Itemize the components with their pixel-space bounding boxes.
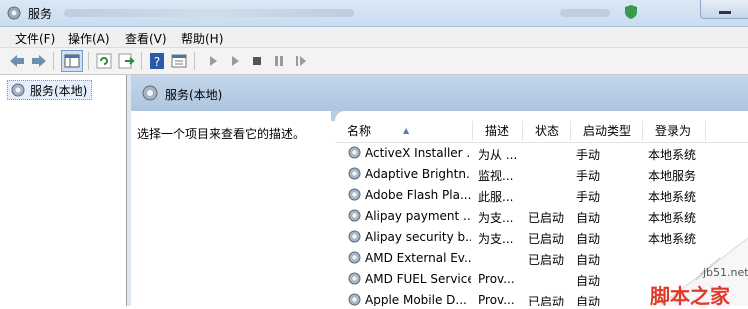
cell-startup: 手动 bbox=[576, 190, 601, 204]
cell-logon: 本地系统 bbox=[648, 190, 697, 204]
cell-logon: 本地系统 bbox=[648, 211, 697, 225]
cell-logon: 本地系统 bbox=[648, 148, 697, 162]
pane-title: 服务(本地) bbox=[165, 88, 223, 102]
gear-icon bbox=[348, 272, 361, 285]
cell-status: 已启动 bbox=[528, 232, 565, 246]
pane-header: 服务(本地) bbox=[131, 75, 748, 111]
cell-name: AMD External Ev... bbox=[365, 251, 471, 265]
minimize-icon bbox=[719, 11, 731, 14]
watermark-text: 脚本之家 bbox=[650, 284, 730, 308]
cell-name: Adobe Flash Pla... bbox=[365, 188, 471, 202]
menu-action[interactable]: 操作(A) bbox=[68, 30, 110, 47]
title-bar: 服务 bbox=[0, 0, 748, 27]
cell-startup: 自动 bbox=[576, 211, 601, 225]
gear-icon bbox=[348, 230, 361, 243]
column-header-startup-type[interactable]: 启动类型 bbox=[571, 121, 643, 141]
services-app-icon bbox=[7, 6, 21, 20]
back-arrow-icon[interactable] bbox=[8, 52, 26, 70]
cell-startup: 手动 bbox=[576, 169, 601, 183]
cell-name: ActiveX Installer ... bbox=[365, 146, 471, 160]
minimize-button[interactable] bbox=[700, 0, 748, 19]
cell-desc: 为支... bbox=[478, 211, 514, 225]
column-header-logon-as[interactable]: 登录为 bbox=[643, 121, 706, 141]
cell-desc: Prov... bbox=[478, 293, 515, 306]
cell-status: 已启动 bbox=[528, 253, 565, 267]
blurred-path bbox=[64, 9, 354, 17]
cell-desc: 监视... bbox=[478, 169, 514, 183]
column-header-status[interactable]: 状态 bbox=[523, 121, 571, 141]
toolbar-separator bbox=[88, 52, 89, 70]
table-row[interactable]: Adaptive Brightn... 监视... 手动 本地服务 bbox=[335, 163, 748, 184]
cell-name: Alipay payment ... bbox=[365, 209, 471, 223]
gear-icon bbox=[348, 209, 361, 222]
toolbar-separator bbox=[141, 52, 142, 70]
cell-name: Alipay security b... bbox=[365, 230, 471, 244]
sort-up-icon: ▲ bbox=[403, 126, 410, 135]
menu-bar: 文件(F) 操作(A) 查看(V) 帮助(H) bbox=[0, 27, 748, 48]
column-label: 名称 bbox=[347, 124, 372, 138]
window-title: 服务 bbox=[28, 7, 53, 21]
cell-logon: 本地服务 bbox=[648, 169, 697, 183]
shield-icon bbox=[625, 5, 637, 19]
cell-status: 已启动 bbox=[528, 211, 565, 225]
tree-item-label: 服务(本地) bbox=[30, 83, 88, 98]
refresh-icon[interactable] bbox=[95, 52, 113, 70]
help-icon[interactable]: ? bbox=[148, 52, 166, 70]
cell-startup: 手动 bbox=[576, 148, 601, 162]
toolbar: ? bbox=[0, 48, 748, 75]
column-header-name[interactable]: 名称 ▲ bbox=[335, 121, 473, 141]
gear-icon bbox=[11, 83, 25, 97]
gear-icon bbox=[348, 188, 361, 201]
gear-icon bbox=[348, 167, 361, 180]
cell-desc: Prov... bbox=[478, 272, 515, 286]
export-list-icon[interactable] bbox=[117, 52, 135, 70]
cell-name: AMD FUEL Service bbox=[365, 272, 471, 286]
play-icon[interactable] bbox=[204, 52, 222, 70]
stop-icon[interactable] bbox=[248, 52, 266, 70]
gear-icon bbox=[142, 85, 158, 101]
forward-arrow-icon[interactable] bbox=[30, 52, 48, 70]
gear-icon bbox=[348, 146, 361, 159]
menu-help[interactable]: 帮助(H) bbox=[181, 30, 223, 47]
properties-icon[interactable] bbox=[170, 52, 188, 70]
blurred-region bbox=[560, 9, 610, 17]
cell-desc: 此服... bbox=[478, 190, 514, 204]
console-tree-icon[interactable] bbox=[61, 50, 83, 72]
watermark-url: jb51.net bbox=[703, 266, 748, 279]
description-text: 选择一个项目来查看它的描述。 bbox=[137, 127, 306, 141]
pause-icon[interactable] bbox=[270, 52, 288, 70]
toolbar-separator bbox=[194, 52, 195, 70]
table-row[interactable]: Adobe Flash Pla... 此服... 手动 本地系统 bbox=[335, 184, 748, 205]
services-pane: 服务(本地) 选择一个项目来查看它的描述。 名称 ▲ 描述 状态 启动类型 登录… bbox=[131, 75, 748, 306]
gear-icon bbox=[348, 251, 361, 264]
gear-icon bbox=[348, 293, 361, 306]
svg-text:?: ? bbox=[154, 55, 160, 69]
table-row[interactable]: ActiveX Installer ... 为从 ... 手动 本地系统 bbox=[335, 142, 748, 163]
play-icon[interactable] bbox=[226, 52, 244, 70]
cell-desc: 为从 ... bbox=[478, 148, 518, 162]
console-tree: 服务(本地) bbox=[0, 75, 127, 306]
table-row[interactable]: Alipay payment ... 为支... 已启动 自动 本地系统 bbox=[335, 205, 748, 226]
tree-item-services-local[interactable]: 服务(本地) bbox=[7, 80, 93, 100]
menu-view[interactable]: 查看(V) bbox=[125, 30, 167, 47]
column-header-description[interactable]: 描述 bbox=[473, 121, 523, 141]
cell-name: Apple Mobile D... bbox=[365, 293, 467, 306]
cell-name: Adaptive Brightn... bbox=[365, 167, 471, 181]
toolbar-separator bbox=[53, 52, 54, 70]
cell-status: 已启动 bbox=[528, 295, 565, 306]
menu-file[interactable]: 文件(F) bbox=[15, 30, 55, 47]
restart-icon[interactable] bbox=[292, 52, 310, 70]
cell-desc: 为支... bbox=[478, 232, 514, 246]
